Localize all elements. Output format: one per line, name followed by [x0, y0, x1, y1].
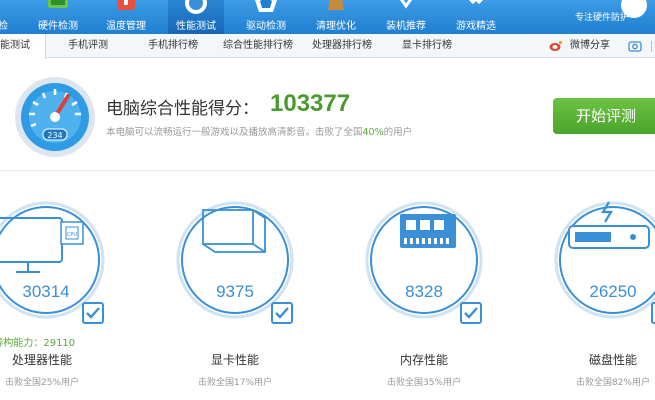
nav-item-temperature[interactable]: 温度管理	[98, 0, 154, 34]
performance-icon	[185, 0, 207, 14]
gpu-performance-label: 显卡性能	[210, 353, 259, 367]
disk-performance-label: 磁盘性能	[588, 353, 637, 367]
disk-score: 26250	[589, 282, 637, 301]
start-test-button[interactable]: 开始评测	[553, 98, 655, 134]
gpu-rank-text: 击败全国17%用户	[197, 378, 272, 388]
disk-ring	[554, 201, 655, 319]
nav-item-build-recommend[interactable]: 装机推荐	[378, 0, 434, 34]
disk-check-icon	[651, 302, 655, 324]
gpu-score-card: 9375 显卡性能 击败全国17%用户	[175, 200, 315, 400]
cpu-chip-icon: CPU	[60, 221, 84, 245]
nav-item-partial[interactable]: 检	[0, 0, 20, 34]
cpu-rank-text: 击败全国25%用户	[4, 378, 79, 388]
brand-area: 专注硬件防护	[535, 0, 655, 34]
weibo-icon[interactable]	[549, 40, 563, 52]
sub-tab-bar: 能测试 手机评测 手机排行榜 综合性能排行榜 处理器排行榜 显卡排行榜 微博分享	[0, 34, 655, 59]
hardware-icon	[48, 0, 68, 8]
cpu-chip-label: CPU	[67, 232, 78, 238]
cpu-heterogeneous-score: PU异构能力：29110	[0, 338, 76, 349]
tab-gpu-ranking[interactable]: 显卡排行榜	[402, 34, 452, 58]
score-description: 本电脑可以流畅运行一般游戏以及播放高清影音。击败了全国40%的用户	[106, 127, 413, 138]
thermometer-icon	[117, 0, 135, 10]
broom-icon	[328, 0, 344, 10]
build-icon	[399, 0, 413, 9]
cpu-score-card: CPU 30314 PU异构能力：29110 处理器性能 击败全国25%用户	[0, 200, 126, 400]
tab-phone-review[interactable]: 手机评测	[68, 34, 108, 58]
gamepad-icon	[468, 0, 484, 5]
top-nav-bar: 检 硬件检测 温度管理 性能测试 驱动检测 清理优化 装机推荐 游戏精选 专注硬…	[0, 0, 655, 34]
score-title: 电脑综合性能得分：	[106, 99, 259, 119]
gauge-readout: 234	[47, 131, 62, 140]
tab-divider	[651, 41, 652, 52]
disk-score-card: 26250 磁盘性能 击败全国82%用户	[553, 200, 655, 400]
speedometer-icon: 234	[15, 77, 95, 157]
weibo-share-link[interactable]: 微博分享	[570, 34, 610, 58]
nav-item-cleanup[interactable]: 清理优化	[308, 0, 364, 34]
driver-icon	[255, 0, 277, 12]
memory-rank-text: 击败全国35%用户	[386, 378, 461, 388]
nav-item-hardware-detect[interactable]: 硬件检测	[30, 0, 86, 34]
cpu-performance-label: 处理器性能	[11, 353, 72, 367]
score-panel: 234 电脑综合性能得分： 103377 本电脑可以流畅运行一般游戏以及播放高清…	[0, 58, 655, 170]
nav-item-driver-detect[interactable]: 驱动检测	[238, 0, 294, 34]
memory-performance-label: 内存性能	[399, 353, 448, 367]
memory-module-icon	[400, 214, 456, 248]
disk-rank-text: 击败全国82%用户	[575, 378, 650, 388]
memory-score-card: 8328 内存性能 击败全国35%用户	[364, 200, 504, 400]
beat-percent: 40%	[362, 127, 384, 138]
gpu-check-icon	[271, 302, 293, 324]
section-divider	[0, 170, 655, 171]
tab-phone-ranking[interactable]: 手机排行榜	[148, 34, 198, 58]
memory-check-icon	[460, 302, 482, 324]
score-value: 103377	[270, 90, 351, 117]
brand-subtitle: 专注硬件防护	[575, 13, 630, 23]
memory-score: 8328	[405, 282, 443, 301]
cpu-check-icon	[82, 302, 104, 324]
tab-overall-ranking[interactable]: 综合性能排行榜	[223, 34, 293, 58]
camera-icon[interactable]	[628, 40, 642, 52]
gpu-score: 9375	[216, 282, 254, 301]
nav-item-game-picks[interactable]: 游戏精选	[448, 0, 504, 34]
tab-cpu-ranking[interactable]: 处理器排行榜	[312, 34, 372, 58]
tab-performance-test[interactable]: 能测试	[0, 34, 46, 59]
cpu-score: 30314	[22, 282, 70, 301]
nav-item-performance-test[interactable]: 性能测试	[168, 0, 224, 34]
